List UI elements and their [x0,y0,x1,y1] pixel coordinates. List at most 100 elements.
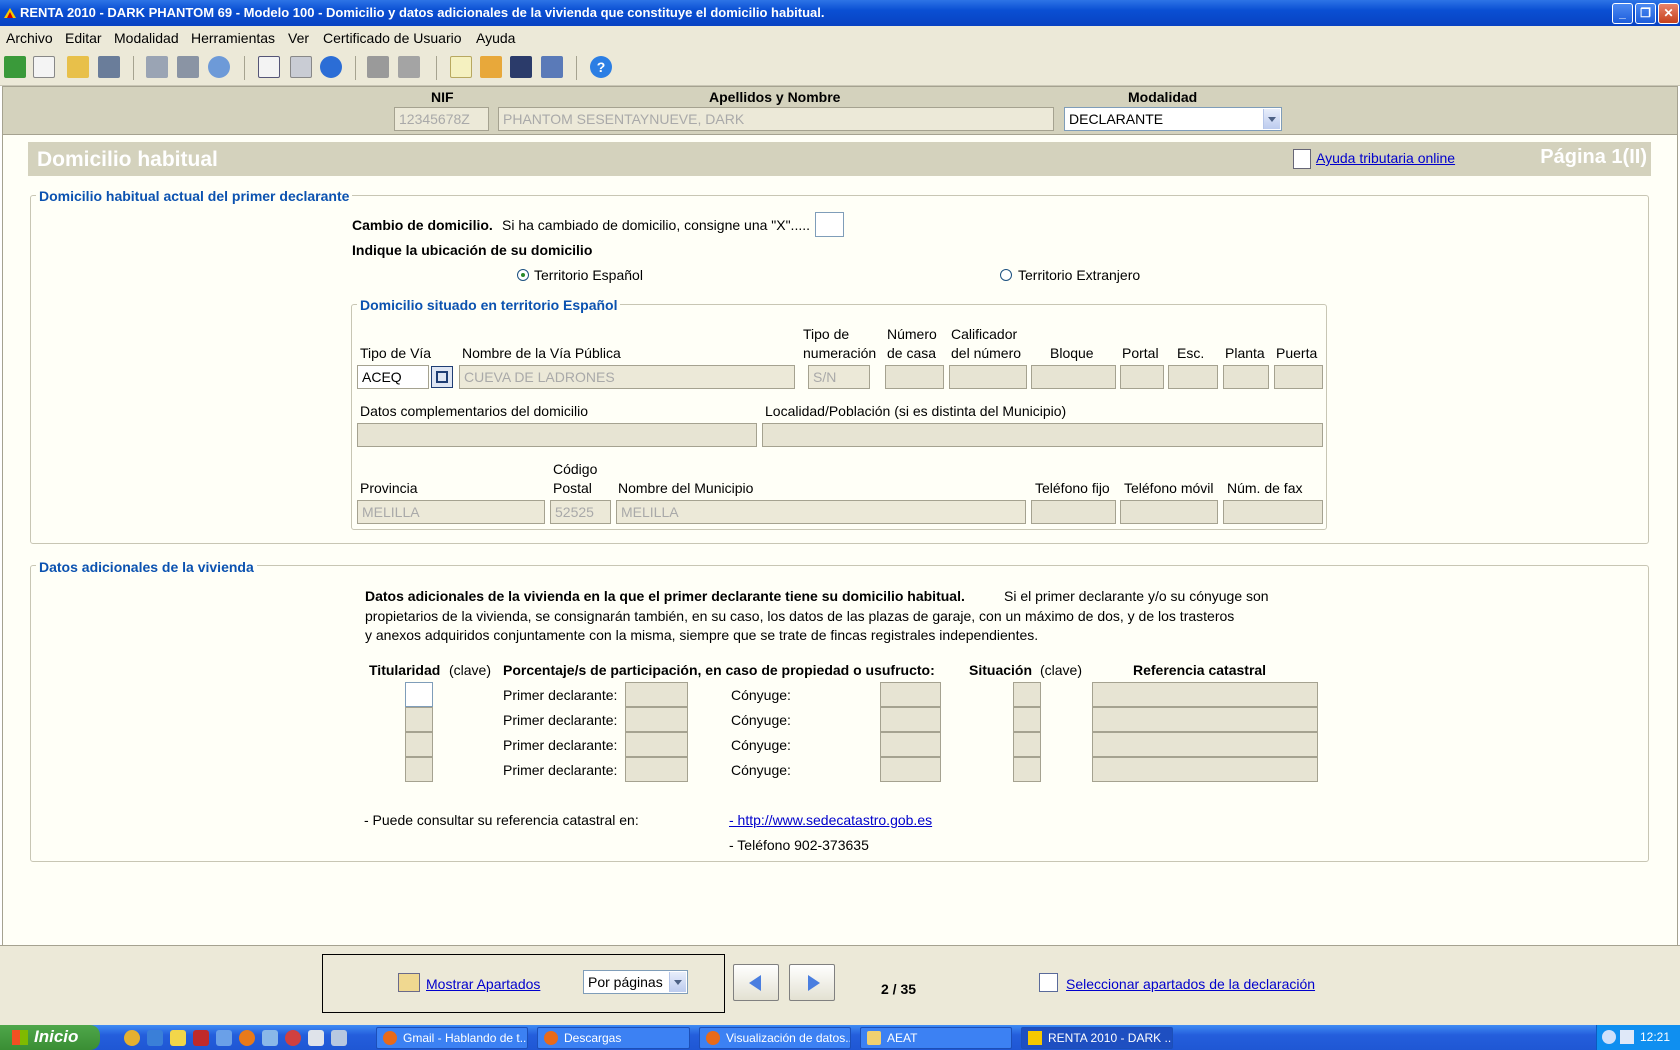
select-sections-icon[interactable] [1039,973,1058,992]
lookup-button[interactable] [431,366,453,388]
task-gmail-label: Gmail - Hablando de t... [403,1031,528,1045]
menu-ayuda[interactable]: Ayuda [476,30,515,46]
paste-icon[interactable] [398,56,420,78]
menu-ver[interactable]: Ver [288,30,309,46]
firefox-icon[interactable] [239,1030,255,1046]
import-icon[interactable] [4,56,26,78]
conyuge-label: Cónyuge: [731,737,791,753]
quicklaunch-icon-4[interactable] [193,1030,209,1046]
cambio-label: Cambio de domicilio. [352,217,493,233]
situacion-field [1013,707,1041,732]
task-visualizacion[interactable]: Visualización de datos... [699,1027,851,1049]
tray-expand-icon[interactable] [1602,1030,1616,1044]
network-icon[interactable] [1620,1030,1634,1044]
folder-icon [867,1031,881,1045]
menu-certificado[interactable]: Certificado de Usuario [323,30,462,46]
chrome-icon[interactable] [124,1030,140,1046]
codigo-postal-label-1: Código [553,461,598,477]
planta-field [1223,365,1269,389]
print-all-icon[interactable] [177,56,199,78]
modalidad-select[interactable]: DECLARANTE [1064,107,1282,131]
quicklaunch-icon-5[interactable] [216,1030,232,1046]
people-icon[interactable] [480,56,502,78]
sedecatastro-link[interactable]: - http://www.sedecatastro.gob.es [729,812,932,828]
tipo-via-input[interactable]: ACEQ [357,365,429,389]
new-icon[interactable] [33,56,55,78]
chevron-down-icon[interactable] [669,972,686,992]
quicklaunch-icon-7[interactable] [262,1030,278,1046]
task-aeat-label: AEAT [887,1031,918,1045]
form-icon[interactable] [541,56,563,78]
calificador-label-1: Calificador [951,326,1018,342]
close-button[interactable]: ✕ [1658,3,1679,24]
open-folder-icon[interactable] [67,56,89,78]
quicklaunch-icon-8[interactable] [285,1030,301,1046]
ie-icon[interactable] [147,1030,163,1046]
numero-casa-label-1: Número [887,326,937,342]
porcentaje-conyuge-field [880,682,941,707]
municipio-field: MELILLA [616,500,1026,524]
copy-icon[interactable] [367,56,389,78]
menu-editar[interactable]: Editar [65,30,102,46]
cambio-text: Si ha cambiado de domicilio, consigne un… [502,217,810,233]
table-icon[interactable] [510,56,532,78]
porcentaje-conyuge-field [880,732,941,757]
menu-herramientas[interactable]: Herramientas [191,30,275,46]
numero-casa-label-2: de casa [887,345,937,361]
windows-taskbar: Inicio Gmail - Hablando de t... Descarga… [0,1025,1680,1050]
fax-field [1223,500,1323,524]
help-doc-icon[interactable] [1293,149,1311,169]
radio-territorio-extranjero[interactable] [1000,269,1012,281]
domicilio-group-title: Domicilio habitual actual del primer dec… [36,188,353,204]
escalera-label: Esc. [1177,345,1205,361]
modalidad-label: Modalidad [1128,89,1198,105]
bloque-field [1031,365,1116,389]
paginacion-select[interactable]: Por páginas [583,970,688,994]
preview-icon[interactable] [208,56,230,78]
help-icon[interactable]: ? [590,56,612,78]
task-renta[interactable]: RENTA 2010 - DARK ... [1021,1027,1173,1049]
menu-archivo[interactable]: Archivo [6,30,53,46]
info-icon[interactable] [320,56,342,78]
titularidad-input[interactable] [405,707,433,732]
quicklaunch-icon-3[interactable] [170,1030,186,1046]
chevron-down-icon[interactable] [1263,109,1280,129]
titularidad-input[interactable] [405,732,433,757]
restore-button[interactable]: ❐ [1635,3,1656,24]
mostrar-apartados-link[interactable]: Mostrar Apartados [426,976,540,992]
task-descargas[interactable]: Descargas [537,1027,690,1049]
vivienda-intro-bold: Datos adicionales de la vivienda en la q… [365,588,965,604]
task-descargas-label: Descargas [564,1031,622,1045]
page-indicator: Página 1(II) [1540,146,1647,168]
porcentaje-primer-field [625,707,688,732]
help-online-link[interactable]: Ayuda tributaria online [1316,150,1455,166]
titularidad-input[interactable] [405,682,433,707]
quicklaunch-icon-10[interactable] [331,1030,347,1046]
vivienda-intro-2: propietarios de la vivienda, se consigna… [365,608,1235,624]
tipo-numeracion-field: S/N [808,365,870,389]
task-aeat[interactable]: AEAT [860,1027,1012,1049]
arrow-right-icon [808,975,820,991]
checklist-icon[interactable] [258,56,280,78]
firefox-icon [706,1031,720,1045]
provincia-label: Provincia [360,480,418,496]
titularidad-input[interactable] [405,757,433,782]
next-page-button[interactable] [789,964,835,1001]
save-icon[interactable] [98,56,120,78]
prev-page-button[interactable] [733,964,779,1001]
minimize-button[interactable]: _ [1612,3,1633,24]
print-icon[interactable] [146,56,168,78]
start-button[interactable]: Inicio [0,1025,100,1050]
seleccionar-apartados-link[interactable]: Seleccionar apartados de la declaración [1066,976,1315,992]
edit-icon[interactable] [450,56,472,78]
sections-icon[interactable] [398,973,420,992]
telefono-fijo-field [1031,500,1116,524]
menu-modalidad[interactable]: Modalidad [114,30,179,46]
cambio-domicilio-checkbox[interactable] [815,212,844,237]
calculator-icon[interactable] [290,56,312,78]
section-title: Domicilio habitual [37,148,218,171]
radio-territorio-espanol[interactable] [517,269,529,281]
quicklaunch-icon-9[interactable] [308,1030,324,1046]
task-gmail[interactable]: Gmail - Hablando de t... [376,1027,528,1049]
page-counter: 2 / 35 [881,981,917,997]
